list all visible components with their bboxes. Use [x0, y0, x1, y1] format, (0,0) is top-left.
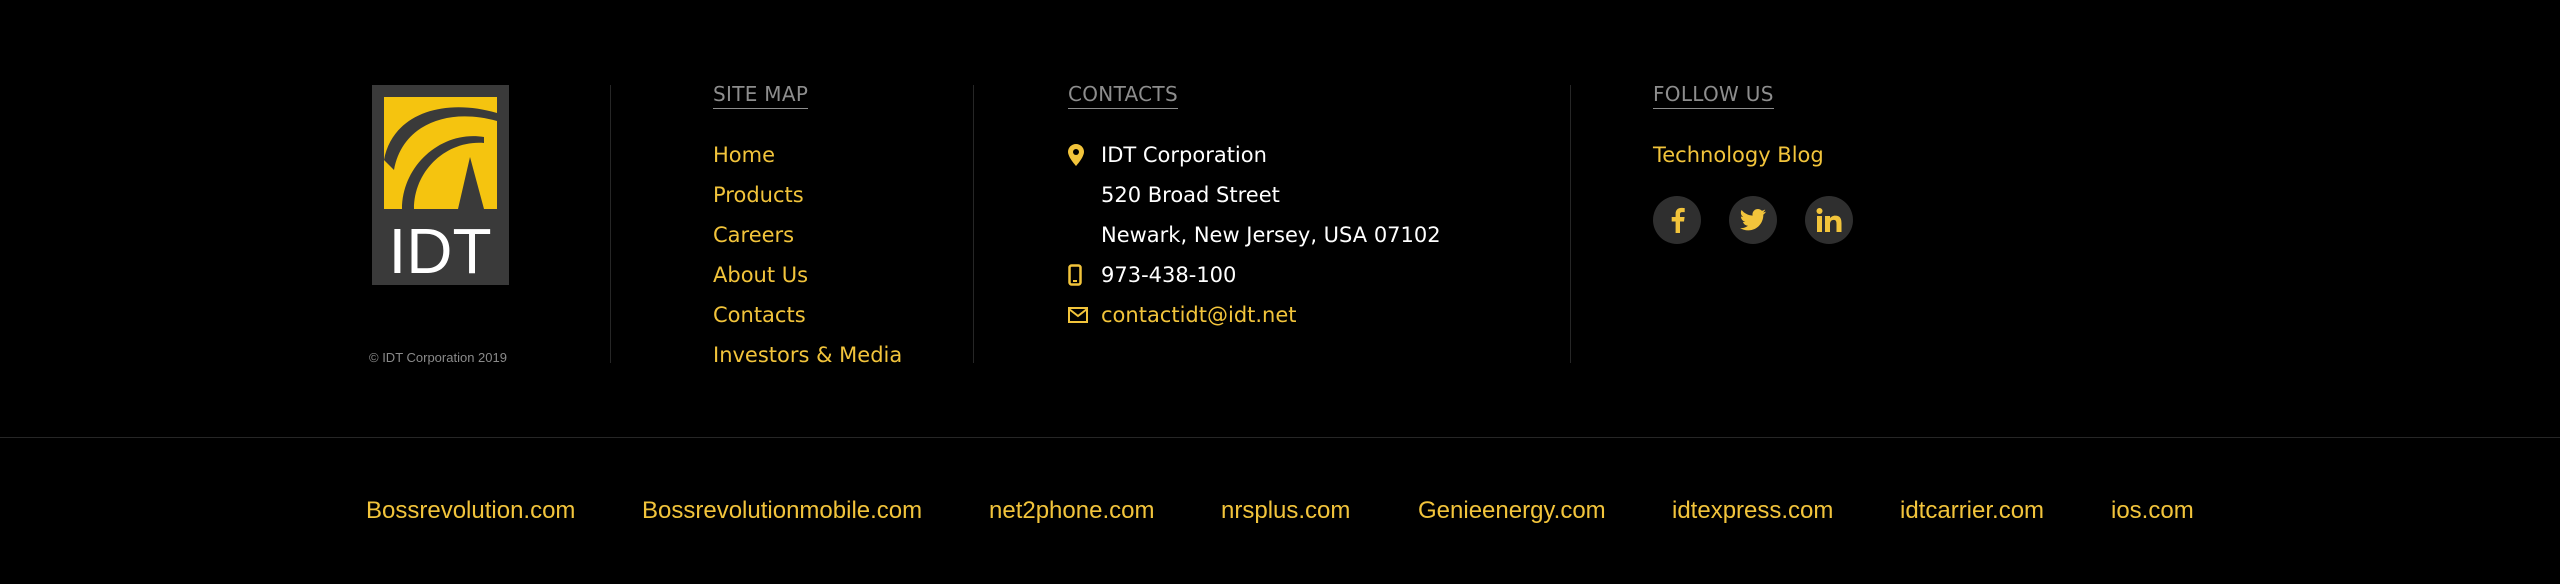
idt-logo[interactable]: IDT	[372, 85, 509, 285]
contacts-title: CONTACTS	[1068, 82, 1178, 109]
address-line-2: Newark, New Jersey, USA 07102	[1101, 223, 1441, 247]
email-link[interactable]: contactidt@idt.net	[1101, 300, 1297, 330]
column-divider	[610, 85, 611, 363]
facebook-button[interactable]	[1653, 196, 1701, 244]
footer-top: IDT © IDT Corporation 2019 SITE MAP Home…	[0, 0, 2560, 437]
copyright-text: © IDT Corporation 2019	[369, 350, 507, 365]
follow-title: FOLLOW US	[1653, 82, 1774, 109]
email-row	[1068, 300, 1088, 330]
logo-text: IDT	[388, 215, 491, 285]
map-pin-icon	[1068, 143, 1088, 167]
phone-number[interactable]: 973-438-100	[1101, 260, 1236, 290]
address-line-1: 520 Broad Street	[1101, 183, 1280, 207]
address-row	[1068, 140, 1088, 170]
column-divider	[1570, 85, 1571, 363]
company-name: IDT Corporation	[1101, 143, 1267, 167]
site-link-net2phone[interactable]: net2phone.com	[989, 496, 1154, 526]
site-link-genieenergy[interactable]: Genieenergy.com	[1418, 496, 1606, 526]
site-link-bossrevolutionmobile[interactable]: Bossrevolutionmobile.com	[642, 496, 922, 526]
linkedin-icon	[1816, 208, 1842, 232]
site-link-nrsplus[interactable]: nrsplus.com	[1221, 496, 1350, 526]
sitemap-link-careers[interactable]: Careers	[713, 220, 902, 260]
site-link-bossrevolution[interactable]: Bossrevolution.com	[366, 496, 575, 526]
site-link-ios[interactable]: ios.com	[2111, 496, 2194, 526]
sitemap-link-products[interactable]: Products	[713, 180, 902, 220]
column-divider	[973, 85, 974, 363]
sitemap-link-investors-media[interactable]: Investors & Media	[713, 340, 902, 380]
linkedin-button[interactable]	[1805, 196, 1853, 244]
phone-row	[1068, 260, 1088, 290]
sitemap-link-contacts[interactable]: Contacts	[713, 300, 902, 340]
facebook-icon	[1671, 207, 1685, 233]
technology-blog-link[interactable]: Technology Blog	[1653, 140, 1824, 170]
sister-sites-bar: Bossrevolution.com Bossrevolutionmobile.…	[0, 496, 2560, 530]
idt-logo-mark-icon: IDT	[384, 97, 497, 285]
twitter-icon	[1740, 209, 1766, 231]
sitemap-link-about-us[interactable]: About Us	[713, 260, 902, 300]
phone-icon	[1068, 263, 1088, 287]
sitemap-link-home[interactable]: Home	[713, 140, 902, 180]
twitter-button[interactable]	[1729, 196, 1777, 244]
footer-divider	[0, 437, 2560, 438]
sitemap-list: Home Products Careers About Us Contacts …	[713, 140, 902, 380]
sitemap-title: SITE MAP	[713, 82, 809, 109]
site-link-idtcarrier[interactable]: idtcarrier.com	[1900, 496, 2044, 526]
mail-icon	[1068, 303, 1088, 327]
site-link-idtexpress[interactable]: idtexpress.com	[1672, 496, 1833, 526]
